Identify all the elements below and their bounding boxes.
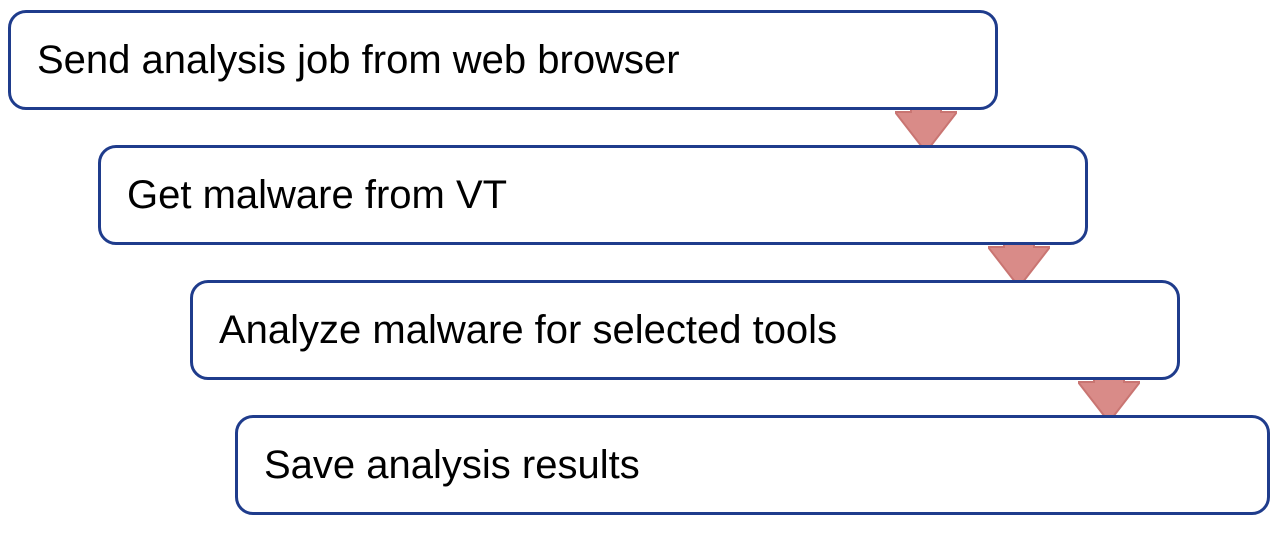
flow-step-label: Get malware from VT — [127, 173, 507, 218]
flow-step-3: Analyze malware for selected tools — [190, 280, 1180, 380]
flow-step-4: Save analysis results — [235, 415, 1270, 515]
flow-step-label: Save analysis results — [264, 443, 640, 488]
flow-step-label: Send analysis job from web browser — [37, 38, 680, 83]
flow-step-2: Get malware from VT — [98, 145, 1088, 245]
flow-step-label: Analyze malware for selected tools — [219, 308, 837, 353]
flow-step-1: Send analysis job from web browser — [8, 10, 998, 110]
